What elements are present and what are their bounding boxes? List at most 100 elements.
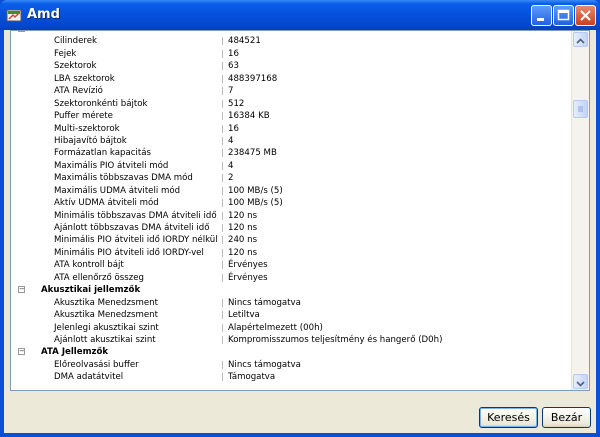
property-name: ATA ellenőrző összeg — [54, 272, 144, 283]
property-name: Minimális többszavas DMA átviteli idő — [54, 210, 217, 221]
column-separator: | — [221, 272, 224, 282]
property-row[interactable]: ATA Revízió | 7 — [11, 85, 573, 97]
group-header[interactable]: − ATA Jellemzők — [11, 346, 573, 358]
property-row[interactable]: Hibajavító bájtok | 4 — [11, 135, 573, 147]
property-row[interactable]: Akusztika Menedzsment | Letiltva — [11, 309, 573, 321]
column-separator: | — [221, 372, 224, 382]
property-name: Akusztika Menedzsment — [54, 297, 158, 308]
collapse-icon[interactable]: − — [18, 31, 25, 32]
property-row[interactable]: Minimális PIO átviteli idő IORDY-vel | 120… — [11, 247, 573, 259]
property-name: Jelenlegi akusztikai szint — [54, 322, 159, 333]
property-name: Minimális PIO átviteli idő IORDY-vel — [54, 247, 204, 258]
column-separator: | — [221, 247, 224, 257]
property-value: Támogatva — [228, 372, 276, 383]
property-row[interactable]: Maximális UDMA átviteli mód | 100 MB/s (5) — [11, 185, 573, 197]
property-name: Maximális UDMA átviteli mód — [54, 185, 181, 196]
property-value: 484521 — [228, 36, 261, 47]
close-button[interactable]: Bezár — [542, 407, 591, 428]
property-value: Nincs támogatva — [228, 359, 301, 370]
property-row[interactable]: Ajánlott többszavas DMA átviteli idő | 120… — [11, 222, 573, 234]
property-name: Maximális többszavas DMA mód — [54, 173, 193, 184]
property-row[interactable]: LBA szektorok | 488397168 — [11, 73, 573, 85]
property-row[interactable]: Akusztika Menedzsment | Nincs támogatva — [11, 297, 573, 309]
minimize-button[interactable] — [531, 5, 552, 26]
collapse-icon[interactable]: − — [18, 286, 25, 294]
property-row[interactable]: ATA kontroll bájt | Érvényes — [11, 259, 573, 271]
property-value: 2 — [228, 173, 234, 184]
column-separator: | — [221, 334, 224, 344]
property-name: Ajánlott többszavas DMA átviteli idő — [54, 223, 210, 233]
property-name: LBA szektorok — [54, 73, 115, 84]
window-title: Amd — [27, 7, 60, 22]
property-row[interactable]: Cilinderek | 484521 — [11, 35, 573, 47]
property-name: Cilinderek — [54, 36, 97, 47]
group-header[interactable]: − Akusztikai jellemzők — [11, 284, 573, 296]
maximize-button[interactable] — [553, 5, 574, 26]
property-row[interactable]: Formázatlan kapacitás | 238475 MB — [11, 147, 573, 159]
column-separator: | — [221, 148, 224, 158]
column-separator: | — [221, 61, 224, 71]
property-row[interactable]: Multi-szektorok | 16 — [11, 123, 573, 135]
property-row[interactable]: Minimális többszavas DMA átviteli idő | 12… — [11, 210, 573, 222]
scroll-down-button[interactable] — [573, 374, 588, 389]
property-value: 7 — [228, 86, 234, 97]
search-button[interactable]: Keresés — [479, 407, 538, 428]
column-separator: | — [221, 73, 224, 83]
property-value: Érvényes — [228, 260, 268, 271]
property-value: Nincs támogatva — [228, 297, 301, 308]
chevron-up-icon — [576, 38, 585, 44]
vertical-scrollbar[interactable] — [571, 31, 589, 390]
column-separator: | — [221, 223, 224, 232]
property-row[interactable]: Maximális PIO átviteli mód | 4 — [11, 160, 573, 172]
property-name: Ajánlott akusztikai szint — [54, 334, 156, 345]
chevron-down-icon — [576, 381, 585, 387]
column-separator: | — [221, 310, 224, 320]
property-value: 16 — [228, 123, 239, 134]
grip-icon — [578, 106, 583, 112]
properties-rows: −ATA InformációkCilinderek|484521Fejek|1… — [11, 31, 573, 384]
property-name: Szektoronkénti bájtok — [54, 98, 148, 109]
column-separator: | — [221, 48, 224, 58]
property-row[interactable]: Puffer mérete | 16384 KB — [11, 110, 573, 122]
property-value: 488397168 — [228, 73, 278, 84]
property-row[interactable]: ATA ellenőrző összeg | Érvényes — [11, 272, 573, 284]
scroll-thumb[interactable] — [573, 99, 588, 118]
property-name: DMA adatátvitel — [54, 372, 124, 383]
property-row[interactable]: Aktív UDMA átviteli mód | 100 MB/s (5) — [11, 197, 573, 209]
column-separator: | — [221, 123, 224, 133]
property-row[interactable]: Szektoronkénti bájtok | 512 — [11, 98, 573, 110]
properties-list[interactable]: −ATA InformációkCilinderek|484521Fejek|1… — [10, 30, 590, 391]
group-title: ATA Jellemzők — [41, 347, 109, 358]
property-value: 120 ns — [228, 210, 258, 221]
property-row[interactable]: Maximális többszavas DMA mód | 2 — [11, 172, 573, 184]
scroll-up-button[interactable] — [573, 32, 588, 47]
property-row[interactable]: Jelenlegi akusztikai szint | Alapértelmeze… — [11, 322, 573, 334]
property-value: 120 ns — [228, 223, 258, 233]
property-value: 240 ns — [228, 235, 258, 246]
property-value: 120 ns — [228, 247, 258, 258]
property-row[interactable]: Minimális PIO átviteli idő IORDY nélkül |… — [11, 234, 573, 246]
property-row[interactable]: Szektorok | 63 — [11, 60, 573, 72]
property-row[interactable]: Előreolvasási buffer | Nincs támogatva — [11, 359, 573, 371]
property-row[interactable]: Ajánlott akusztikai szint | Kompromisszumo… — [11, 334, 573, 346]
property-row[interactable]: Fejek | 16 — [11, 48, 573, 60]
group-title: Akusztikai jellemzők — [41, 285, 141, 296]
property-name: Előreolvasási buffer — [54, 359, 139, 370]
column-separator: | — [221, 160, 224, 170]
property-value: 4 — [228, 135, 234, 146]
property-row[interactable]: DMA adatátvitel | Támogatva — [11, 371, 573, 383]
title-bar[interactable]: Amd — [0, 0, 600, 30]
column-separator: | — [221, 198, 224, 208]
property-value: 238475 MB — [228, 148, 277, 159]
property-name: Akusztika Menedzsment — [54, 310, 158, 321]
property-name: Puffer mérete — [54, 111, 113, 122]
property-name: Multi-szektorok — [54, 123, 120, 134]
close-window-button[interactable] — [575, 5, 596, 26]
window: Amd −ATA InformációkCilinderek|484521Fej… — [0, 0, 600, 437]
property-value: Kompromisszumos teljesítmény és hangerő … — [228, 334, 443, 345]
property-value: 16 — [228, 48, 239, 59]
column-separator: | — [221, 185, 224, 195]
property-value: 512 — [228, 98, 245, 109]
property-value: 100 MB/s (5) — [228, 185, 283, 196]
collapse-icon[interactable]: − — [18, 348, 25, 356]
